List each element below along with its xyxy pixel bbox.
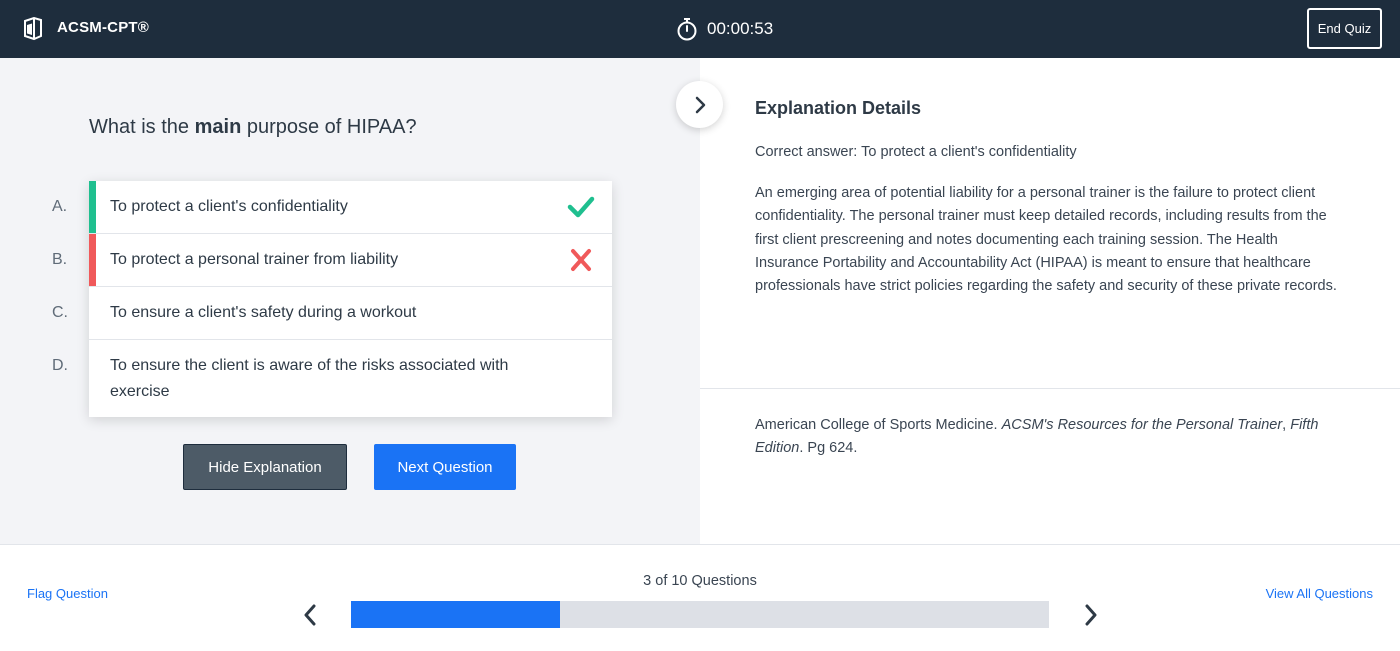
collapse-explanation-button[interactable] [676,81,723,128]
chevron-left-icon [304,604,316,626]
chevron-right-icon [695,96,705,113]
answer-text: To ensure a client's safety during a wor… [110,304,417,321]
answer-text: To protect a personal trainer from liabi… [110,251,399,268]
quiz-timer: 00:00:53 [676,16,773,42]
book-logo-icon [24,17,42,41]
stopwatch-icon [677,18,697,41]
quiz-footer: Flag Question 3 of 10 Questions View All… [0,544,1400,651]
divider [700,388,1400,389]
next-question-button[interactable]: Next Question [374,444,516,490]
answer-option-a[interactable]: To protect a client's confidentiality [89,181,612,234]
hide-explanation-button[interactable]: Hide Explanation [183,444,347,490]
x-mark-icon [571,249,591,271]
timer-value: 00:00:53 [707,19,774,38]
top-bar: ACSM-CPT® 00:00:53 End Quiz [0,0,1400,58]
progress-bar [351,601,1049,628]
checkmark-icon [567,196,595,218]
incorrect-indicator-bar [89,234,96,286]
reference-citation: American College of Sports Medicine. ACS… [755,414,1345,460]
app-title: ACSM-CPT® [57,19,150,36]
end-quiz-button[interactable]: End Quiz [1307,8,1382,49]
answer-letter-d: D. [52,357,68,374]
answer-option-c[interactable]: To ensure a client's safety during a wor… [89,287,612,340]
question-panel: What is the main purpose of HIPAA? A. B.… [0,58,700,544]
reference-separator: , [1282,417,1291,433]
answer-option-b[interactable]: To protect a personal trainer from liabi… [89,234,612,287]
reference-author: American College of Sports Medicine. [755,417,1002,433]
answer-letter-c: C. [52,304,68,321]
answer-text: To protect a client's confidentiality [110,198,348,215]
answer-letter-a: A. [52,198,68,215]
correct-answer-text: Correct answer: To protect a client's co… [755,144,1077,160]
next-question-arrow[interactable] [1081,602,1101,628]
question-text-end: purpose of HIPAA? [241,116,417,138]
answer-list: To protect a client's confidentiality To… [89,181,612,417]
chevron-right-icon [1085,604,1097,626]
answer-option-d[interactable]: To ensure the client is aware of the ris… [89,340,612,417]
progress-label: 3 of 10 Questions [643,573,757,589]
explanation-body: An emerging area of potential liability … [755,185,1337,295]
question-text: What is the main purpose of HIPAA? [89,116,417,139]
correct-indicator-bar [89,181,96,233]
reference-book-title: ACSM's Resources for the Personal Traine… [1001,417,1283,433]
answer-text: To ensure the client is aware of the ris… [110,356,509,400]
explanation-panel: Explanation Details Correct answer: To p… [700,58,1400,544]
view-all-questions-link[interactable]: View All Questions [1266,586,1373,601]
answer-letter-b: B. [52,251,68,268]
reference-page: . Pg 624. [799,440,858,456]
question-text-emphasis: main [194,116,242,138]
progress-bar-fill [351,601,561,628]
question-text-start: What is the [89,116,195,138]
previous-question-button[interactable] [300,602,320,628]
explanation-title: Explanation Details [755,98,922,118]
